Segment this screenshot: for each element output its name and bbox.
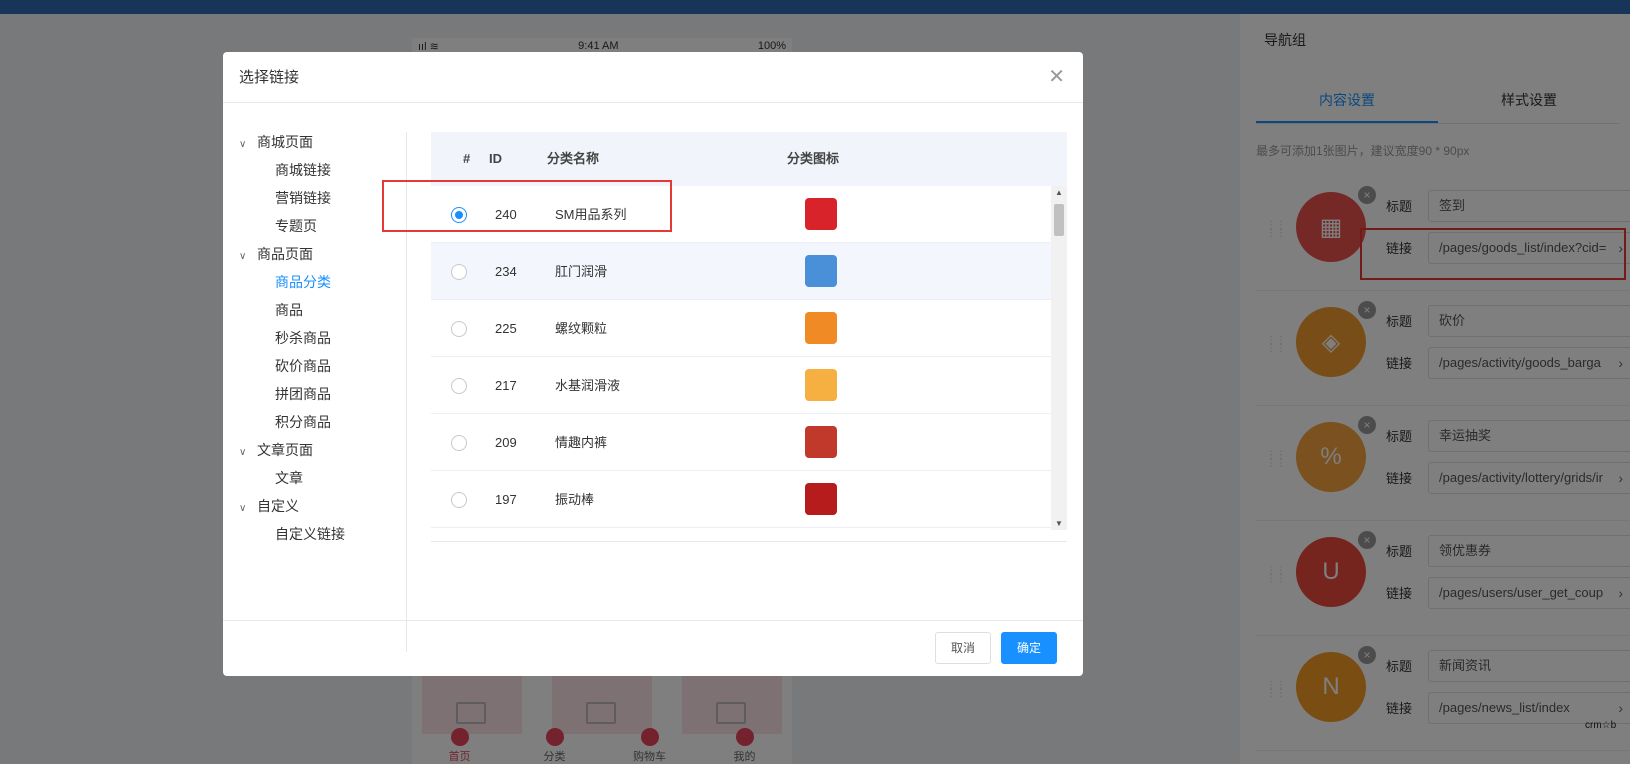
category-thumbnail — [805, 483, 837, 515]
tree-item[interactable]: 营销链接 — [275, 188, 331, 208]
close-icon[interactable]: ✕ — [1048, 64, 1065, 89]
tree-label: 商品页面 — [257, 246, 313, 262]
tree-label: 秒杀商品 — [275, 330, 331, 346]
row-id: 225 — [495, 321, 517, 336]
column-name: 分类名称 — [547, 151, 600, 166]
row-name: 水基润滑液 — [555, 378, 621, 393]
tree-label: 专题页 — [275, 218, 317, 234]
tree-item[interactable]: 文章 — [275, 468, 303, 488]
category-thumbnail — [805, 255, 837, 287]
table-scrollbar[interactable]: ▲ ▼ — [1051, 186, 1067, 530]
table-body: 240 SM用品系列 234 肛门润滑 225 螺纹颗粒 217 水基润滑液 209 情趣内裤 19… — [431, 186, 1051, 530]
row-radio[interactable] — [451, 435, 467, 451]
tree-group[interactable]: ∨ 商品页面 — [239, 244, 313, 264]
tree-group[interactable]: ∨ 自定义 — [239, 496, 299, 516]
tree-label: 砍价商品 — [275, 358, 331, 374]
scroll-down-icon[interactable]: ▼ — [1055, 519, 1063, 528]
row-radio[interactable] — [451, 492, 467, 508]
tree-label: 积分商品 — [275, 414, 331, 430]
confirm-button[interactable]: 确定 — [1001, 632, 1057, 664]
tree-label: 商品 — [275, 302, 303, 318]
table-row[interactable]: 217 水基润滑液 — [431, 357, 1051, 414]
tree-item[interactable]: 商城链接 — [275, 160, 331, 180]
chevron-down-icon[interactable]: ∨ — [239, 135, 253, 155]
table-row[interactable]: 209 情趣内裤 — [431, 414, 1051, 471]
select-link-dialog: 选择链接 ✕ ∨ 商城页面 商城链接 营销链接 专题页 ∨ 商品页面 商品分类 商品 秒杀商品 砍价… — [223, 52, 1083, 676]
chevron-down-icon[interactable]: ∨ — [239, 247, 253, 267]
row-name: 螺纹颗粒 — [555, 321, 608, 336]
tree-label: 文章页面 — [257, 442, 313, 458]
tree-item[interactable]: 商品 — [275, 300, 303, 320]
tree-item[interactable]: 商品分类 — [275, 272, 331, 292]
tree-item[interactable]: 拼团商品 — [275, 384, 331, 404]
tree-item[interactable]: 秒杀商品 — [275, 328, 331, 348]
highlight-box — [382, 180, 672, 232]
table-row[interactable]: 197 振动棒 — [431, 471, 1051, 528]
category-thumbnail — [805, 426, 837, 458]
category-thumbnail — [805, 369, 837, 401]
table-row[interactable]: 234 肛门润滑 — [431, 243, 1051, 300]
table-row[interactable]: 225 螺纹颗粒 — [431, 300, 1051, 357]
row-radio[interactable] — [451, 264, 467, 280]
tree-label: 拼团商品 — [275, 386, 331, 402]
divider — [223, 102, 1083, 103]
tree-label: 商城链接 — [275, 162, 331, 178]
tree-label: 商城页面 — [257, 134, 313, 150]
tree-label: 自定义链接 — [275, 526, 345, 542]
tree-item[interactable]: 专题页 — [275, 216, 317, 236]
tree-item[interactable]: 积分商品 — [275, 412, 331, 432]
cancel-button[interactable]: 取消 — [935, 632, 991, 664]
row-id: 197 — [495, 492, 517, 507]
tree-label: 商品分类 — [275, 274, 331, 290]
tree-label: 营销链接 — [275, 190, 331, 206]
row-radio[interactable] — [451, 321, 467, 337]
row-id: 209 — [495, 435, 517, 450]
category-thumbnail — [805, 198, 837, 230]
tree-group[interactable]: ∨ 文章页面 — [239, 440, 313, 460]
tree-label: 文章 — [275, 470, 303, 486]
row-id: 217 — [495, 378, 517, 393]
column-icon: 分类图标 — [787, 151, 840, 166]
column-select: # — [463, 151, 471, 166]
tree-item[interactable]: 自定义链接 — [275, 524, 345, 544]
scroll-thumb[interactable] — [1054, 204, 1064, 236]
tree-label: 自定义 — [257, 498, 299, 514]
dialog-title: 选择链接 — [239, 69, 300, 86]
row-id: 234 — [495, 264, 517, 279]
chevron-down-icon[interactable]: ∨ — [239, 443, 253, 463]
row-radio[interactable] — [451, 378, 467, 394]
column-id: ID — [489, 151, 502, 166]
tree-group[interactable]: ∨ 商城页面 — [239, 132, 313, 152]
row-name: 情趣内裤 — [555, 435, 608, 450]
scroll-up-icon[interactable]: ▲ — [1055, 188, 1063, 197]
row-name: 振动棒 — [555, 492, 595, 507]
category-thumbnail — [805, 312, 837, 344]
divider — [223, 620, 1083, 621]
chevron-down-icon[interactable]: ∨ — [239, 499, 253, 519]
table-header: # ID 分类名称 分类图标 — [431, 132, 1067, 186]
row-name: 肛门润滑 — [555, 264, 608, 279]
tree-item[interactable]: 砍价商品 — [275, 356, 331, 376]
